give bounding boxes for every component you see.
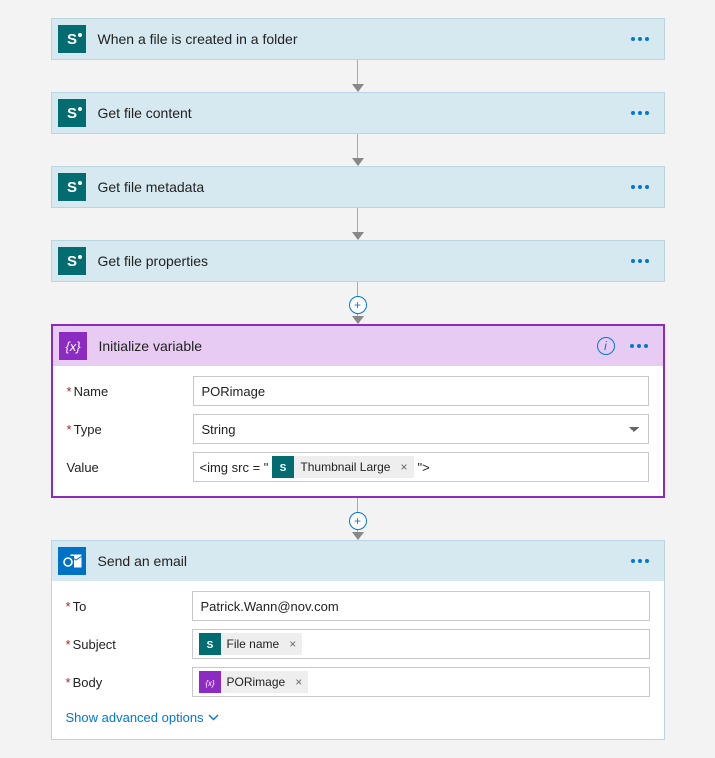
field-name-row: *Name <box>67 376 649 406</box>
svg-text:S: S <box>66 105 76 122</box>
to-input[interactable] <box>192 591 650 621</box>
step-title: Get file metadata <box>98 179 626 195</box>
svg-text:S: S <box>66 179 76 196</box>
field-body-row: *Body {x} PORimage × <box>66 667 650 697</box>
svg-text:S: S <box>280 463 287 474</box>
field-label: *Body <box>66 675 192 690</box>
token-thumbnail-large[interactable]: S Thumbnail Large × <box>272 456 413 478</box>
subject-input[interactable]: S File name × <box>192 629 650 659</box>
literal-text: <img src = " <box>200 460 269 475</box>
token-label: Thumbnail Large <box>300 460 394 474</box>
token-remove-button[interactable]: × <box>394 460 413 474</box>
step-menu-button[interactable] <box>625 344 653 348</box>
token-remove-button[interactable]: × <box>283 637 302 651</box>
step-send-email: Send an email *To *Subject S File name × <box>51 540 665 740</box>
sharepoint-icon: S <box>58 247 86 275</box>
add-step-button[interactable]: + <box>349 512 367 530</box>
step-menu-button[interactable] <box>626 111 654 115</box>
connector-arrow: + <box>352 498 364 540</box>
connector-arrow <box>352 60 364 92</box>
svg-text:S: S <box>66 253 76 270</box>
field-label: Value <box>67 460 193 475</box>
token-file-name[interactable]: S File name × <box>199 633 303 655</box>
step-menu-button[interactable] <box>626 37 654 41</box>
step-menu-button[interactable] <box>626 559 654 563</box>
field-value-row: Value <img src = " S Thumbnail Large × "… <box>67 452 649 482</box>
step-title: When a file is created in a folder <box>98 31 626 47</box>
step-title: Get file content <box>98 105 626 121</box>
step-trigger[interactable]: S When a file is created in a folder <box>51 18 665 60</box>
step-title: Send an email <box>98 553 626 569</box>
step-title: Initialize variable <box>99 338 597 354</box>
svg-text:{x}: {x} <box>65 339 81 354</box>
variable-icon: {x} <box>59 332 87 360</box>
field-label: *Name <box>67 384 193 399</box>
svg-text:S: S <box>206 640 213 651</box>
token-label: File name <box>227 637 284 651</box>
type-select[interactable]: String <box>193 414 649 444</box>
value-input[interactable]: <img src = " S Thumbnail Large × "> <box>193 452 649 482</box>
sharepoint-icon: S <box>272 456 294 478</box>
step-get-file-content[interactable]: S Get file content <box>51 92 665 134</box>
field-label: *Subject <box>66 637 192 652</box>
step-menu-button[interactable] <box>626 185 654 189</box>
outlook-icon <box>58 547 86 575</box>
info-icon[interactable]: i <box>597 337 615 355</box>
add-step-button[interactable]: + <box>349 296 367 314</box>
field-subject-row: *Subject S File name × <box>66 629 650 659</box>
svg-text:S: S <box>66 31 76 48</box>
step-menu-button[interactable] <box>626 259 654 263</box>
token-remove-button[interactable]: × <box>289 675 308 689</box>
variable-icon: {x} <box>199 671 221 693</box>
token-porimage[interactable]: {x} PORimage × <box>199 671 309 693</box>
sharepoint-icon: S <box>58 25 86 53</box>
field-to-row: *To <box>66 591 650 621</box>
chevron-down-icon <box>208 714 219 721</box>
svg-text:{x}: {x} <box>205 679 215 688</box>
connector-arrow <box>352 208 364 240</box>
token-label: PORimage <box>227 675 290 689</box>
show-advanced-options-link[interactable]: Show advanced options <box>66 710 219 725</box>
step-header[interactable]: Send an email <box>52 541 664 581</box>
field-label: *To <box>66 599 192 614</box>
step-title: Get file properties <box>98 253 626 269</box>
sharepoint-icon: S <box>199 633 221 655</box>
sharepoint-icon: S <box>58 99 86 127</box>
sharepoint-icon: S <box>58 173 86 201</box>
name-input[interactable] <box>193 376 649 406</box>
step-get-file-metadata[interactable]: S Get file metadata <box>51 166 665 208</box>
step-get-file-properties[interactable]: S Get file properties <box>51 240 665 282</box>
field-type-row: *Type String <box>67 414 649 444</box>
body-input[interactable]: {x} PORimage × <box>192 667 650 697</box>
connector-arrow: + <box>352 282 364 324</box>
step-header[interactable]: {x} Initialize variable i <box>53 326 663 366</box>
field-label: *Type <box>67 422 193 437</box>
step-initialize-variable: {x} Initialize variable i *Name *Type St… <box>51 324 665 498</box>
connector-arrow <box>352 134 364 166</box>
literal-text: "> <box>418 460 430 475</box>
